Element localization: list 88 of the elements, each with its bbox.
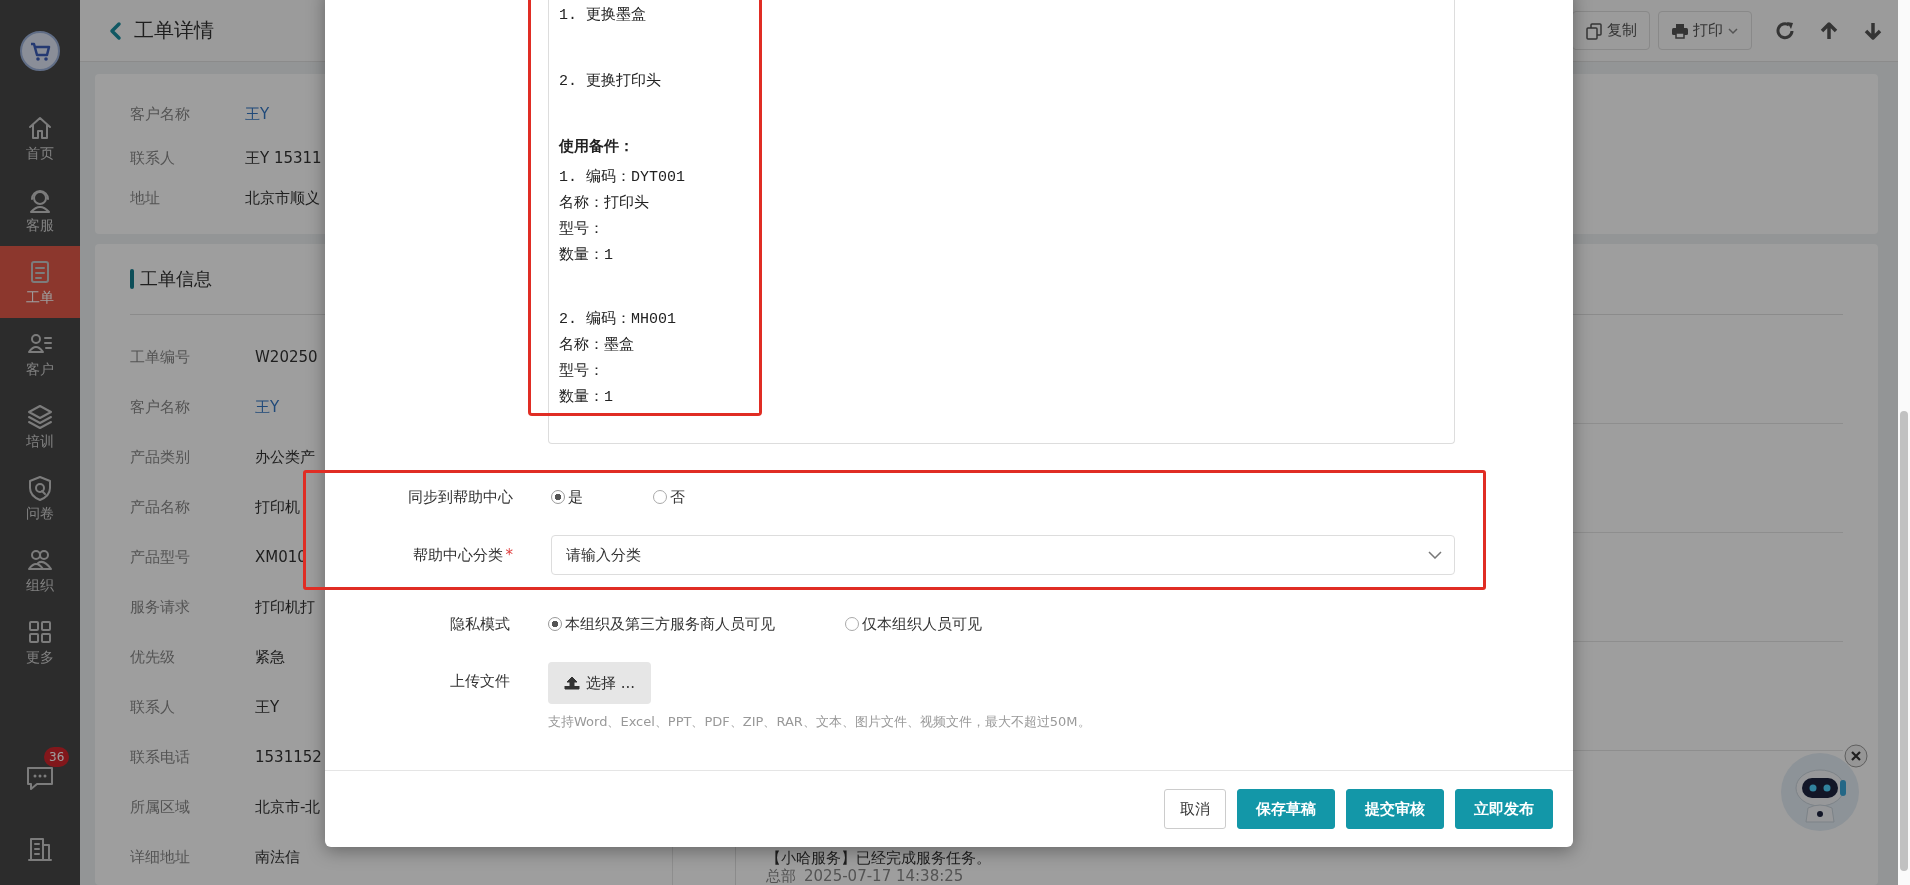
field-label: 同步到帮助中心	[408, 487, 513, 506]
field-value: W20250	[255, 348, 318, 366]
printer-icon	[1671, 21, 1689, 40]
field-value: 南法信	[255, 847, 300, 867]
content-line: 数量：1	[559, 388, 614, 408]
field-value: 紧急	[255, 647, 285, 667]
print-button[interactable]: 打印	[1658, 11, 1752, 50]
nav-item[interactable]: 客服	[0, 174, 80, 246]
section-heading: 使用备件：	[559, 137, 635, 158]
content-line: 型号：	[559, 362, 605, 382]
nav-item[interactable]: 客户	[0, 318, 80, 390]
card-title: 工单信息	[140, 267, 212, 291]
field-label: 上传文件	[450, 672, 510, 690]
field-value: 打印机	[255, 497, 300, 517]
page-title: 工单详情	[134, 17, 214, 44]
shield-icon	[26, 473, 54, 502]
primary-button[interactable]: 提交审核	[1346, 789, 1444, 829]
copy-icon	[1585, 21, 1603, 40]
choose-file-button[interactable]: 选择 ...	[548, 662, 652, 704]
content-line: 2. 编码：MH001	[559, 309, 677, 330]
content-line: 名称：打印头	[559, 193, 650, 214]
category-select[interactable]: 请输入分类	[551, 535, 1455, 575]
field-value: 打印机打	[255, 597, 315, 617]
field-value: 北京市顺义	[245, 188, 320, 208]
content-line: 1. 更换墨盒	[559, 6, 647, 26]
caret-icon	[1727, 26, 1739, 35]
customer-link[interactable]: 王Y	[245, 104, 270, 124]
nav-item[interactable]: 问卷	[0, 462, 80, 534]
chat-icon[interactable]	[25, 764, 55, 792]
upload-hint: 支持Word、Excel、PPT、PDF、ZIP、RAR、文本、图片文件、视频文件，最大不超过50M。	[548, 713, 1092, 731]
cancel-button[interactable]: 取消	[1164, 789, 1226, 829]
field-label: 优先级	[130, 647, 176, 667]
field-label: 工单编号	[130, 347, 191, 367]
field-label: 产品类别	[130, 447, 191, 467]
primary-button[interactable]: 立即发布	[1455, 789, 1553, 829]
field-value: 1531152	[255, 748, 322, 766]
field-value: 王Y	[255, 697, 280, 717]
field-label: 详细地址	[130, 847, 191, 867]
radio-option[interactable]: 本组织及第三方服务商人员可见	[548, 614, 775, 634]
activity-text: 【小哈服务】已经完成服务任务。	[766, 850, 992, 867]
robot-icon[interactable]	[1780, 752, 1860, 832]
activity-time: 2025-07-17 14:38:25	[804, 868, 964, 885]
field-value: 北京市-北	[255, 797, 321, 817]
radio-option[interactable]: 仅本组织人员可见	[845, 614, 982, 634]
field-label: 联系电话	[130, 747, 191, 767]
back-icon[interactable]	[108, 20, 122, 41]
field-label: 隐私模式	[450, 614, 510, 633]
nav-item[interactable]: 更多	[0, 606, 80, 678]
field-value: 王Y 15311	[245, 148, 322, 168]
field-label: 联系人	[130, 148, 176, 168]
nav-item[interactable]: 工单	[0, 246, 80, 318]
content-line: 数量：1	[559, 246, 614, 266]
nav-item[interactable]: 首页	[0, 102, 80, 174]
text-editor[interactable]: 1. 更换墨盒 2. 更换打印头 使用备件： 1. 编码：DYT001 名称：打印头 型号： 数量：1 2. 编码：MH001 名称：墨盒 型号： 数量：1	[548, 0, 1455, 444]
radio-option[interactable]: 否	[653, 487, 685, 507]
field-label: 客户名称	[130, 104, 191, 124]
customer-link[interactable]: 王Y	[255, 397, 280, 417]
activity-source: 总部	[766, 868, 796, 885]
primary-button[interactable]: 保存草稿	[1237, 789, 1335, 829]
field-label: 所属区域	[130, 797, 191, 817]
field-label: 联系人	[130, 697, 176, 717]
unread-badge: 36	[44, 747, 70, 767]
copy-button[interactable]: 复制	[1572, 11, 1650, 50]
nav-item[interactable]: 培训	[0, 390, 80, 462]
cart-logo-icon	[20, 31, 60, 71]
field-value: 办公类产	[255, 447, 315, 467]
field-label: 地址	[130, 188, 161, 208]
field-label: 产品名称	[130, 497, 191, 517]
nav-item[interactable]: 组织	[0, 534, 80, 606]
field-label: 服务请求	[130, 597, 191, 617]
content-line: 1. 编码：DYT001	[559, 167, 686, 188]
refresh-icon[interactable]	[1774, 19, 1796, 42]
title-accent-bar	[130, 269, 134, 289]
content-line: 2. 更换打印头	[559, 71, 662, 92]
arrow-up-icon[interactable]	[1818, 19, 1840, 42]
close-icon[interactable]	[1844, 744, 1868, 768]
field-label: 客户名称	[130, 397, 191, 417]
chevron-down-icon	[1428, 551, 1442, 559]
scroll-thumb[interactable]	[1900, 411, 1908, 871]
field-label: 产品型号	[130, 547, 191, 567]
field-label: 帮助中心分类	[412, 545, 503, 564]
radio-option[interactable]: 是	[551, 487, 583, 507]
required-mark: *	[505, 545, 513, 564]
content-line: 名称：墨盒	[559, 336, 635, 356]
content-line: 型号：	[559, 220, 605, 240]
scrollbar[interactable]	[1898, 0, 1910, 885]
building-icon[interactable]	[26, 835, 54, 863]
upload-icon	[564, 675, 580, 691]
